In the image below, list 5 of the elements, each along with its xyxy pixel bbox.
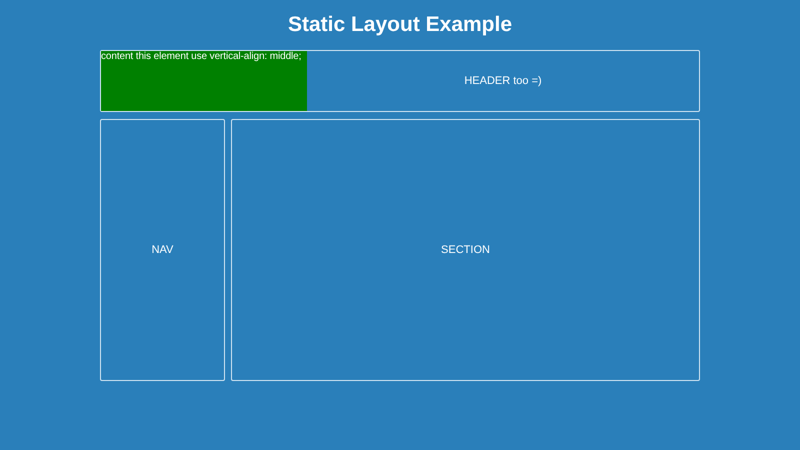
page-title: Static Layout Example — [286, 12, 514, 38]
header-note: content this element use vertical-align: middle; — [101, 51, 302, 62]
nav-label: NAV — [152, 244, 174, 256]
section-label: SECTION — [441, 244, 490, 256]
header-label: HEADER too =) — [464, 75, 542, 87]
